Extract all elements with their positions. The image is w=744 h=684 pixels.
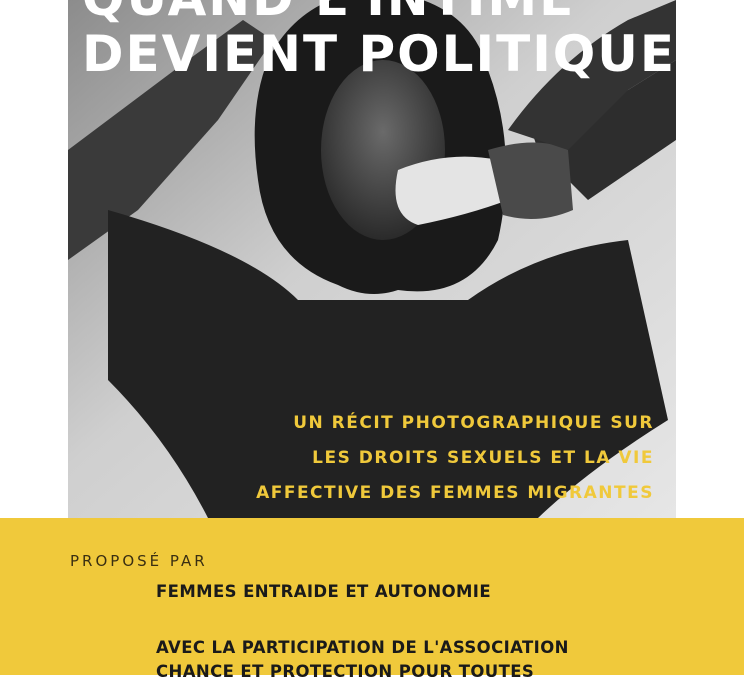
partner-credit: AVEC LA PARTICIPATION DE L'ASSOCIATION C… [156, 636, 569, 684]
partner-line: CHANCE ET PROTECTION POUR TOUTES [156, 662, 535, 681]
subtitle-line: AFFECTIVE DES FEMMES MIGRANTES [256, 483, 654, 503]
cover-photo: QUAND L'INTIME DEVIENT POLITIQUE UN RÉCI… [68, 0, 676, 518]
poster-title-line-2: DEVIENT POLITIQUE [82, 25, 676, 83]
partner-line: AVEC LA PARTICIPATION DE L'ASSOCIATION [156, 638, 569, 657]
proposed-by-label: PROPOSÉ PAR [70, 552, 208, 570]
poster-subtitle: UN RÉCIT PHOTOGRAPHIQUE SUR LES DROITS S… [134, 406, 654, 511]
poster-title-line-1: QUAND L'INTIME [82, 0, 575, 26]
organizer-name: FEMMES ENTRAIDE ET AUTONOMIE [156, 582, 492, 601]
subtitle-line: UN RÉCIT PHOTOGRAPHIQUE SUR [293, 413, 654, 433]
credits-band: PROPOSÉ PAR FEMMES ENTRAIDE ET AUTONOMIE… [0, 518, 744, 681]
subtitle-line: LES DROITS SEXUELS ET LA VIE [312, 448, 654, 468]
